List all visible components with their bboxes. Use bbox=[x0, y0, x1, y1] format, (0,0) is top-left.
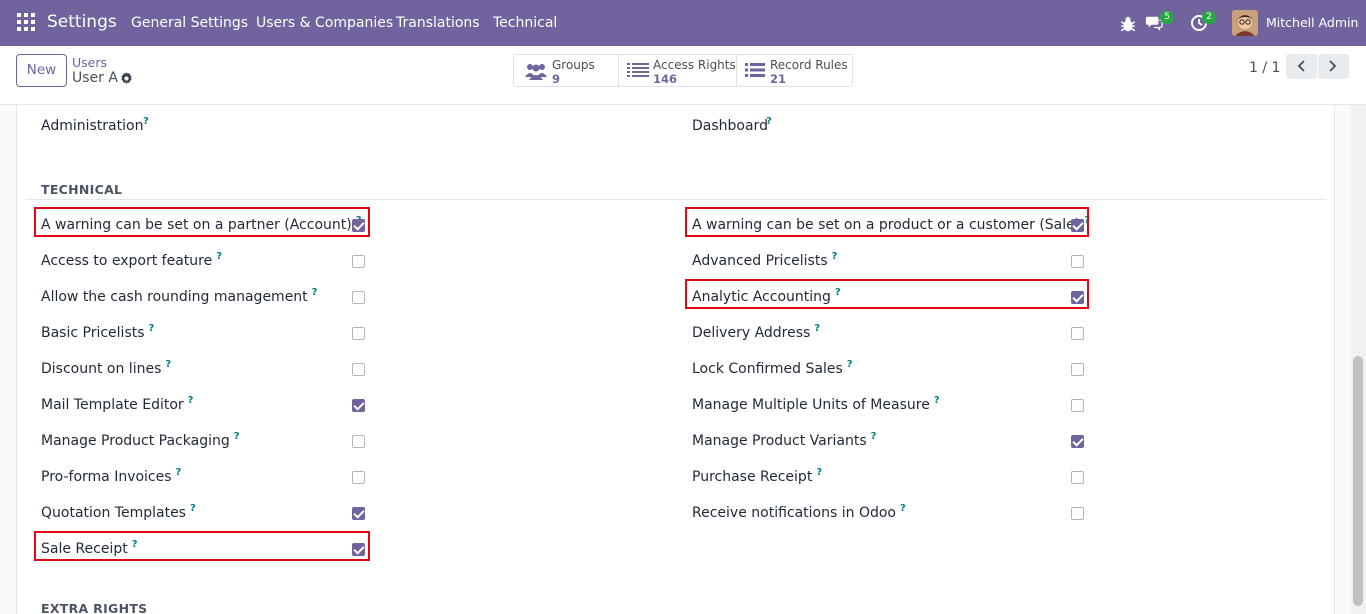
checkbox-purchase-receipt[interactable] bbox=[1071, 471, 1084, 484]
help-tooltip-icon[interactable]: ? bbox=[149, 323, 155, 334]
scrollbar-thumb[interactable] bbox=[1353, 356, 1363, 606]
dashboard-label: Dashboard bbox=[692, 118, 768, 134]
section-title-extra-rights: EXTRA RIGHTS bbox=[41, 601, 148, 614]
user-name[interactable]: Mitchell Admin bbox=[1266, 15, 1358, 30]
help-tooltip-icon[interactable]: ? bbox=[312, 287, 318, 298]
smart-buttons: Groups 9 Access Rights 146 Record Rules … bbox=[513, 54, 853, 87]
pager-previous-button[interactable] bbox=[1286, 54, 1317, 79]
field-label-receive-notifications-in-odoo: Receive notifications in Odoo bbox=[692, 505, 896, 521]
checkbox-quotation-templates[interactable] bbox=[352, 507, 365, 520]
checkbox-manage-product-packaging[interactable] bbox=[352, 435, 365, 448]
help-tooltip-icon[interactable]: ? bbox=[816, 467, 822, 478]
groups-smart-button[interactable]: Groups 9 bbox=[514, 55, 619, 86]
checkbox-lock-confirmed-sales[interactable] bbox=[1071, 363, 1084, 376]
help-tooltip-icon[interactable]: ? bbox=[188, 395, 194, 406]
checkbox-discount-on-lines[interactable] bbox=[352, 363, 365, 376]
checkbox-mail-template-editor[interactable] bbox=[352, 399, 365, 412]
highlight-box bbox=[685, 279, 1089, 309]
checkbox-advanced-pricelists[interactable] bbox=[1071, 255, 1084, 268]
messages-count-badge: 5 bbox=[1160, 11, 1174, 24]
administration-label: Administration bbox=[41, 118, 144, 134]
breadcrumb-users[interactable]: Users bbox=[72, 55, 107, 70]
field-label-pro-forma-invoices: Pro-forma Invoices bbox=[41, 469, 172, 485]
pager-value[interactable]: 1 / 1 bbox=[1249, 60, 1280, 76]
record-rules-smart-button[interactable]: Record Rules 21 bbox=[737, 55, 852, 86]
checkbox-delivery-address[interactable] bbox=[1071, 327, 1084, 340]
help-tooltip-icon[interactable]: ? bbox=[847, 359, 853, 370]
menu-translations[interactable]: Translations bbox=[396, 15, 480, 31]
help-tooltip-icon[interactable]: ? bbox=[165, 359, 171, 370]
help-tooltip-icon[interactable]: ? bbox=[143, 116, 149, 127]
field-label-quotation-templates: Quotation Templates bbox=[41, 505, 186, 521]
activities-count-badge: 2 bbox=[1202, 11, 1216, 24]
menu-users-companies[interactable]: Users & Companies bbox=[256, 15, 393, 31]
field-label-allow-the-cash-rounding-management: Allow the cash rounding management bbox=[41, 289, 308, 305]
help-tooltip-icon[interactable]: ? bbox=[900, 503, 906, 514]
help-tooltip-icon[interactable]: ? bbox=[234, 431, 240, 442]
section-title-technical: TECHNICAL bbox=[41, 182, 123, 197]
field-label-basic-pricelists: Basic Pricelists bbox=[41, 325, 145, 341]
pager-next-button[interactable] bbox=[1318, 54, 1349, 79]
highlight-box bbox=[34, 207, 370, 237]
field-label-access-to-export-feature: Access to export feature bbox=[41, 253, 213, 269]
section-divider bbox=[26, 199, 1326, 200]
highlight-box bbox=[685, 207, 1089, 237]
menu-general-settings[interactable]: General Settings bbox=[131, 15, 248, 31]
help-tooltip-icon[interactable]: ? bbox=[190, 503, 196, 514]
checkbox-basic-pricelists[interactable] bbox=[352, 327, 365, 340]
chevron-left-icon bbox=[1297, 60, 1305, 72]
top-navbar: Settings General Settings Users & Compan… bbox=[0, 0, 1366, 46]
field-label-manage-product-packaging: Manage Product Packaging bbox=[41, 433, 230, 449]
checkbox-allow-the-cash-rounding-management[interactable] bbox=[352, 291, 365, 304]
field-label-manage-product-variants: Manage Product Variants bbox=[692, 433, 867, 449]
checkbox-manage-multiple-units-of-measure[interactable] bbox=[1071, 399, 1084, 412]
field-label-purchase-receipt: Purchase Receipt bbox=[692, 469, 813, 485]
highlight-box bbox=[34, 531, 370, 561]
access-rights-smart-button[interactable]: Access Rights 146 bbox=[619, 55, 737, 86]
list-icon bbox=[627, 63, 649, 77]
app-title[interactable]: Settings bbox=[47, 12, 117, 32]
help-tooltip-icon[interactable]: ? bbox=[176, 467, 182, 478]
field-label-lock-confirmed-sales: Lock Confirmed Sales bbox=[692, 361, 843, 377]
apps-menu-icon[interactable] bbox=[17, 13, 35, 31]
access-rights-count: 146 bbox=[653, 72, 678, 86]
new-button[interactable]: New bbox=[16, 54, 67, 87]
user-avatar[interactable] bbox=[1232, 10, 1258, 36]
checkbox-receive-notifications-in-odoo[interactable] bbox=[1071, 507, 1084, 520]
access-rights-label: Access Rights bbox=[653, 58, 736, 72]
help-tooltip-icon[interactable]: ? bbox=[871, 431, 877, 442]
record-rules-count: 21 bbox=[770, 72, 787, 86]
help-tooltip-icon[interactable]: ? bbox=[934, 395, 940, 406]
chevron-right-icon bbox=[1329, 60, 1337, 72]
field-label-discount-on-lines: Discount on lines bbox=[41, 361, 162, 377]
menu-technical[interactable]: Technical bbox=[493, 15, 557, 31]
help-tooltip-icon[interactable]: ? bbox=[766, 116, 772, 127]
field-label-manage-multiple-units-of-measure: Manage Multiple Units of Measure bbox=[692, 397, 930, 413]
users-group-icon bbox=[525, 64, 547, 80]
help-tooltip-icon[interactable]: ? bbox=[216, 251, 222, 262]
help-tooltip-icon[interactable]: ? bbox=[814, 323, 820, 334]
field-label-advanced-pricelists: Advanced Pricelists bbox=[692, 253, 828, 269]
debug-bug-icon[interactable] bbox=[1119, 15, 1137, 33]
help-tooltip-icon[interactable]: ? bbox=[832, 251, 838, 262]
checkbox-pro-forma-invoices[interactable] bbox=[352, 471, 365, 484]
control-panel: New Users User A Groups 9 Access Rights … bbox=[0, 46, 1366, 105]
list-icon bbox=[745, 63, 765, 77]
breadcrumb-current-record: User A bbox=[72, 70, 118, 86]
groups-count: 9 bbox=[552, 72, 561, 86]
checkbox-access-to-export-feature[interactable] bbox=[352, 255, 365, 268]
field-label-mail-template-editor: Mail Template Editor bbox=[41, 397, 184, 413]
groups-label: Groups bbox=[552, 58, 595, 72]
field-label-delivery-address: Delivery Address bbox=[692, 325, 811, 341]
gear-icon[interactable] bbox=[120, 72, 133, 85]
checkbox-manage-product-variants[interactable] bbox=[1071, 435, 1084, 448]
record-rules-label: Record Rules bbox=[770, 58, 848, 72]
